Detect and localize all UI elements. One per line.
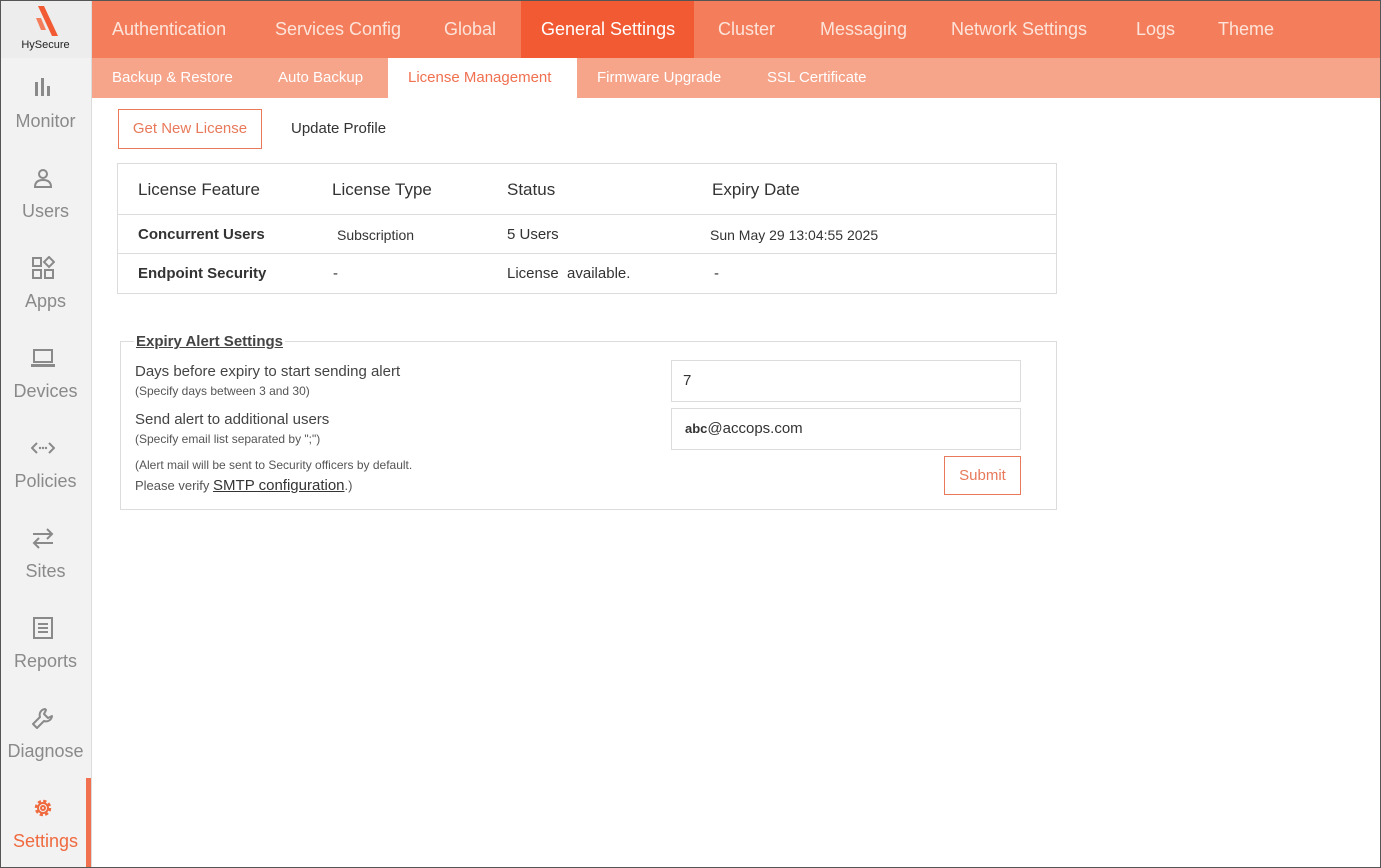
- tab-cluster[interactable]: Cluster: [698, 0, 795, 58]
- email-domain: @accops.com: [707, 420, 803, 437]
- table-cell-status: License available.: [507, 265, 631, 282]
- table-cell-feature: Endpoint Security: [138, 265, 267, 282]
- tab-logs[interactable]: Logs: [1116, 0, 1195, 58]
- apps-icon: [32, 256, 55, 279]
- sub-tab-bar: Backup & Restore Auto Backup License Man…: [92, 58, 1381, 98]
- table-cell-expiry: Sun May 29 13:04:55 2025: [710, 227, 879, 243]
- column-header: License Type: [332, 180, 432, 199]
- sidebar-label: Policies: [14, 471, 77, 491]
- table-cell-type: Subscription: [337, 227, 415, 243]
- days-hint: (Specify days between 3 and 30): [135, 384, 310, 398]
- subtab-backup-restore[interactable]: Backup & Restore: [92, 58, 253, 98]
- sidebar-item-sites[interactable]: Sites: [0, 508, 91, 598]
- table-cell-status: 5 Users: [507, 226, 559, 243]
- table-cell-feature: Concurrent Users: [138, 226, 265, 243]
- top-tab-bar: Authentication Services Config Global Ge…: [92, 0, 1381, 58]
- note-prefix: Please verify: [135, 478, 214, 493]
- sidebar-item-monitor[interactable]: Monitor: [0, 58, 91, 148]
- document-icon: [33, 617, 53, 639]
- table-row: Concurrent Users Subscription 5 Users Su…: [118, 215, 1056, 254]
- subtab-auto-backup[interactable]: Auto Backup: [258, 58, 383, 98]
- update-profile-button[interactable]: Update Profile: [291, 109, 386, 149]
- swap-arrows-icon: [32, 528, 54, 549]
- license-table: License Feature License Type Status Expi…: [117, 163, 1057, 294]
- days-before-expiry-label: Days before expiry to start sending aler…: [135, 363, 401, 380]
- table-cell-type: -: [333, 265, 338, 282]
- tab-messaging[interactable]: Messaging: [800, 0, 927, 58]
- sidebar: HySecure Monitor Users Apps Devices Poli…: [0, 0, 92, 868]
- days-before-expiry-input[interactable]: 7: [671, 360, 1021, 402]
- column-header: Status: [507, 180, 556, 199]
- sidebar-item-apps[interactable]: Apps: [0, 238, 91, 328]
- tab-theme[interactable]: Theme: [1198, 0, 1294, 58]
- expiry-alert-title: Expiry Alert Settings: [134, 333, 285, 350]
- email-prefix: abc: [685, 421, 708, 436]
- submit-button[interactable]: Submit: [944, 456, 1021, 495]
- sidebar-label: Sites: [25, 561, 66, 581]
- additional-users-hint: (Specify email list separated by ";"): [135, 432, 321, 446]
- sidebar-item-policies[interactable]: Policies: [0, 418, 91, 508]
- tab-network-settings[interactable]: Network Settings: [931, 0, 1107, 58]
- table-row: Endpoint Security - License available. -: [118, 254, 1056, 294]
- alert-note-line2: Please verify SMTP configuration.): [135, 477, 352, 494]
- laptop-icon: [31, 349, 55, 367]
- bar-chart-icon: [35, 78, 50, 96]
- user-icon: [33, 169, 53, 188]
- additional-users-label: Send alert to additional users: [135, 411, 330, 428]
- column-header: Expiry Date: [712, 180, 800, 199]
- sidebar-item-reports[interactable]: Reports: [0, 598, 91, 688]
- wrench-icon: [32, 708, 53, 729]
- tab-authentication[interactable]: Authentication: [92, 0, 246, 58]
- table-cell-expiry: -: [714, 265, 719, 282]
- smtp-configuration-link[interactable]: SMTP configuration: [213, 477, 344, 494]
- get-new-license-button[interactable]: Get New License: [118, 109, 262, 149]
- subtab-firmware-upgrade[interactable]: Firmware Upgrade: [577, 58, 741, 98]
- table-header-row: License Feature License Type Status Expi…: [118, 164, 1056, 215]
- logo: HySecure: [0, 0, 91, 58]
- sidebar-item-settings[interactable]: Settings: [0, 778, 91, 868]
- sidebar-item-diagnose[interactable]: Diagnose: [0, 688, 91, 778]
- sidebar-item-devices[interactable]: Devices: [0, 328, 91, 418]
- tab-general-settings[interactable]: General Settings: [521, 0, 694, 58]
- sidebar-item-users[interactable]: Users: [0, 148, 91, 238]
- note-suffix: .): [344, 478, 353, 493]
- tab-services-config[interactable]: Services Config: [255, 0, 421, 58]
- sidebar-label: Diagnose: [7, 741, 84, 761]
- gear-icon: [34, 799, 52, 817]
- sidebar-label: Settings: [12, 831, 79, 851]
- column-header: License Feature: [138, 180, 260, 199]
- sidebar-label: Reports: [13, 651, 78, 671]
- alert-note-line1: (Alert mail will be sent to Security off…: [135, 458, 413, 472]
- sidebar-label: Users: [21, 201, 69, 221]
- sidebar-label: Monitor: [15, 111, 76, 131]
- subtab-ssl-certificate[interactable]: SSL Certificate: [747, 58, 887, 98]
- logo-text: HySecure: [21, 39, 70, 51]
- sidebar-label: Apps: [24, 291, 67, 311]
- hysecure-logo-icon: [36, 6, 58, 36]
- code-arrows-icon: [31, 442, 55, 454]
- sidebar-label: Devices: [13, 381, 78, 401]
- tab-global[interactable]: Global: [424, 0, 516, 58]
- subtab-license-management[interactable]: License Management: [388, 58, 577, 98]
- additional-users-email-input[interactable]: abc@accops.com: [671, 408, 1021, 450]
